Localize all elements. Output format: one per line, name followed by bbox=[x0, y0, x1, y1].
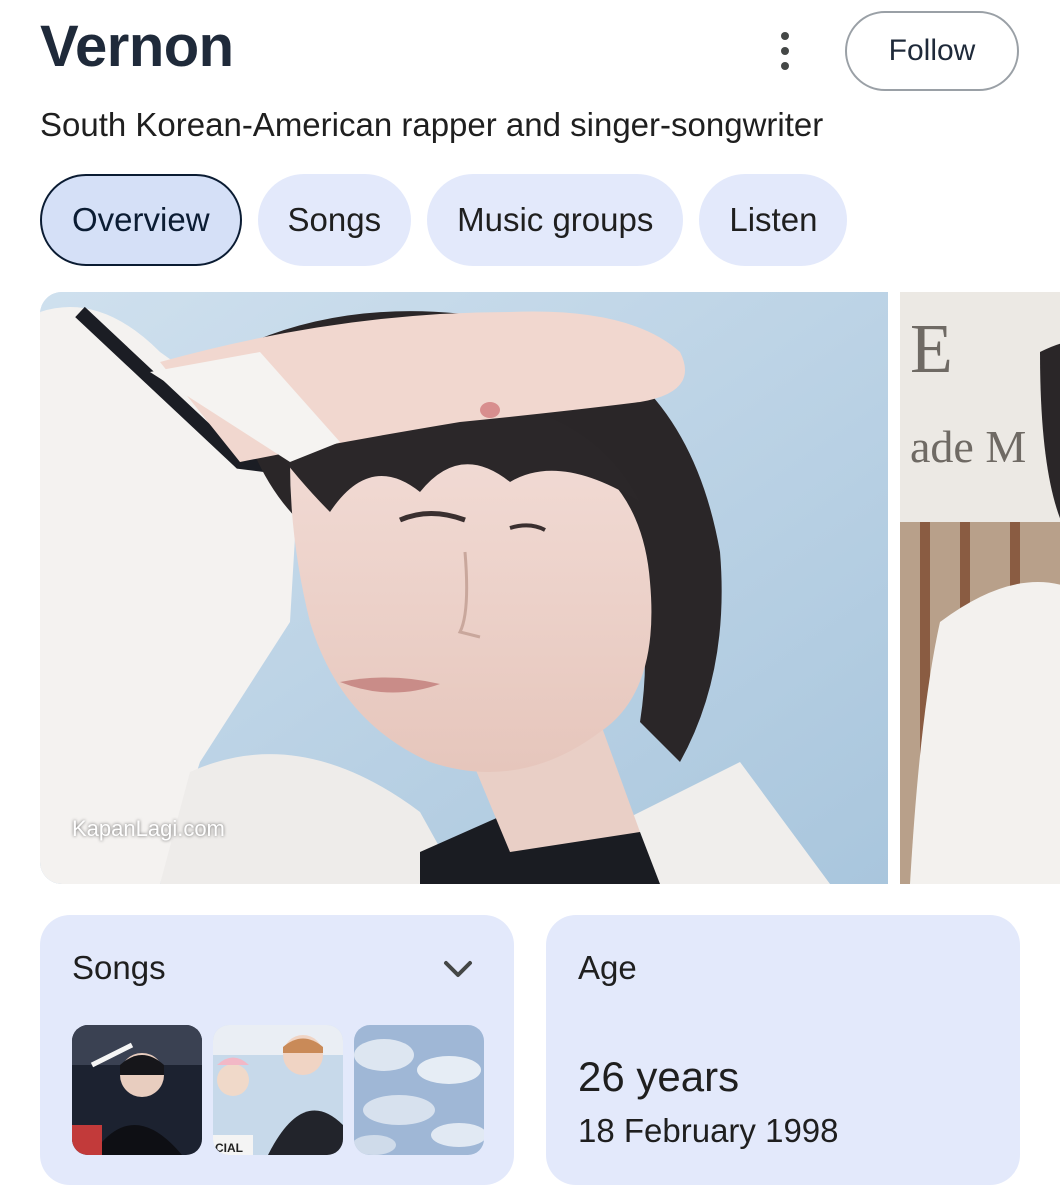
chevron-down-icon[interactable] bbox=[442, 957, 474, 981]
song-thumbnail[interactable]: CIAL bbox=[213, 1025, 343, 1155]
song-thumbnail-art: CIAL bbox=[213, 1025, 343, 1155]
tab-overview[interactable]: Overview bbox=[40, 174, 242, 266]
songs-card[interactable]: Songs CIAL bbox=[40, 915, 514, 1185]
more-options-button[interactable] bbox=[762, 28, 808, 74]
songs-card-title: Songs bbox=[72, 949, 166, 986]
image-gallery: KapanLagi.com E ade M bbox=[40, 292, 1060, 884]
main-photo[interactable]: KapanLagi.com bbox=[40, 292, 888, 884]
song-thumbnail-text: CIAL bbox=[215, 1141, 243, 1155]
secondary-photo[interactable]: E ade M bbox=[900, 292, 1060, 884]
song-thumbnail[interactable] bbox=[72, 1025, 202, 1155]
more-vert-icon-dot bbox=[781, 47, 789, 55]
more-vert-icon-dot bbox=[781, 62, 789, 70]
tab-bar: Overview Songs Music groups Listen bbox=[40, 174, 848, 266]
more-vert-icon bbox=[781, 32, 789, 40]
secondary-photo-text: ade M bbox=[910, 421, 1026, 472]
entity-description: South Korean-American rapper and singer-… bbox=[40, 106, 824, 143]
age-card-title: Age bbox=[578, 949, 637, 986]
age-value: 26 years bbox=[578, 1053, 740, 1100]
portrait-illustration bbox=[40, 292, 888, 884]
song-thumbnail-art bbox=[354, 1025, 484, 1155]
image-watermark: KapanLagi.com bbox=[72, 816, 225, 841]
song-thumbnail-art bbox=[72, 1025, 202, 1155]
birth-date: 18 February 1998 bbox=[578, 1112, 839, 1149]
song-thumbnails: CIAL bbox=[72, 1025, 484, 1155]
secondary-photo-illustration: E ade M bbox=[900, 292, 1060, 884]
follow-button[interactable]: Follow bbox=[845, 11, 1019, 91]
tab-songs[interactable]: Songs bbox=[257, 174, 412, 266]
tab-listen[interactable]: Listen bbox=[699, 174, 848, 266]
tab-music-groups[interactable]: Music groups bbox=[427, 174, 684, 266]
age-card[interactable]: Age 26 years 18 February 1998 bbox=[546, 915, 1020, 1185]
page-title: Vernon bbox=[40, 14, 234, 79]
svg-text:E: E bbox=[910, 311, 953, 388]
song-thumbnail[interactable] bbox=[354, 1025, 484, 1155]
